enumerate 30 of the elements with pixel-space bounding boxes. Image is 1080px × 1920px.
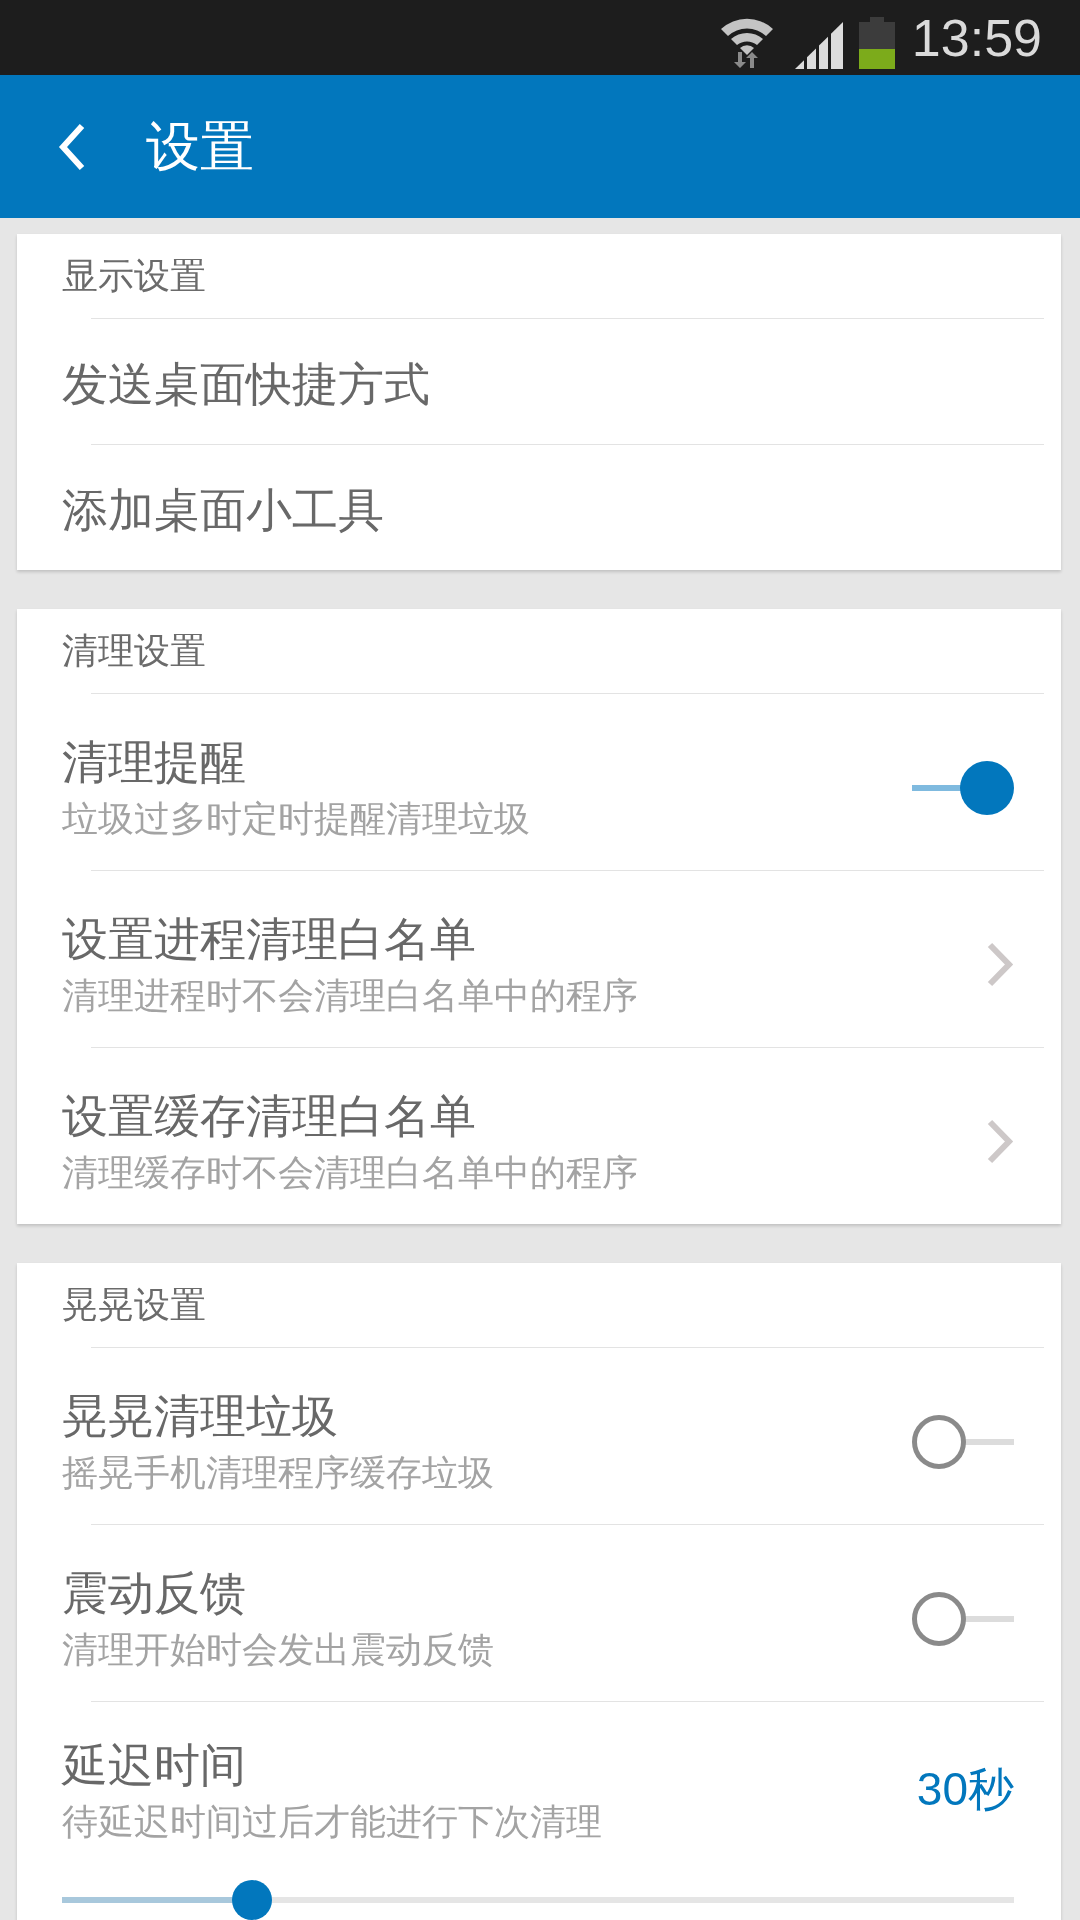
- setting-description: 清理缓存时不会清理白名单中的程序: [62, 1151, 639, 1195]
- section-header: 清理设置: [61, 629, 207, 673]
- setting-description: 待延迟时间过后才能进行下次清理: [62, 1800, 603, 1844]
- setting-title: 震动反馈: [62, 1565, 247, 1621]
- setting-title: 清理提醒: [62, 734, 247, 790]
- setting-title[interactable]: 发送桌面快捷方式: [62, 356, 1014, 412]
- battery-icon: [858, 16, 895, 69]
- setting-title[interactable]: 添加桌面小工具: [62, 482, 1014, 538]
- setting-description: 摇晃手机清理程序缓存垃圾: [62, 1451, 495, 1495]
- chevron-right-icon: [986, 1118, 1014, 1165]
- setting-description: 清理进程时不会清理白名单中的程序: [62, 974, 639, 1018]
- setting-title: 延迟时间: [62, 1737, 247, 1793]
- section-header: 晃晃设置: [61, 1283, 207, 1327]
- back-button[interactable]: [57, 121, 87, 172]
- setting-description: 清理开始时会发出震动反馈: [62, 1628, 495, 1672]
- slider-thumb[interactable]: [232, 1880, 273, 1920]
- signal-icon: [794, 22, 843, 69]
- status-time: 13:59: [911, 7, 1042, 68]
- setting-value: 30秒: [916, 1761, 1014, 1817]
- setting-title: 晃晃清理垃圾: [62, 1388, 339, 1444]
- section-header: 显示设置: [61, 254, 207, 298]
- toggle-switch[interactable]: [912, 1414, 1014, 1469]
- back-icon: [57, 121, 87, 172]
- toggle-switch[interactable]: [912, 760, 1014, 815]
- chevron-right-icon: [986, 941, 1014, 988]
- screen-title: 设置: [146, 114, 254, 179]
- setting-title[interactable]: 设置缓存清理白名单: [62, 1088, 986, 1144]
- setting-title[interactable]: 设置进程清理白名单: [62, 911, 986, 967]
- setting-description: 垃圾过多时定时提醒清理垃圾: [62, 797, 531, 841]
- toggle-switch[interactable]: [912, 1591, 1014, 1646]
